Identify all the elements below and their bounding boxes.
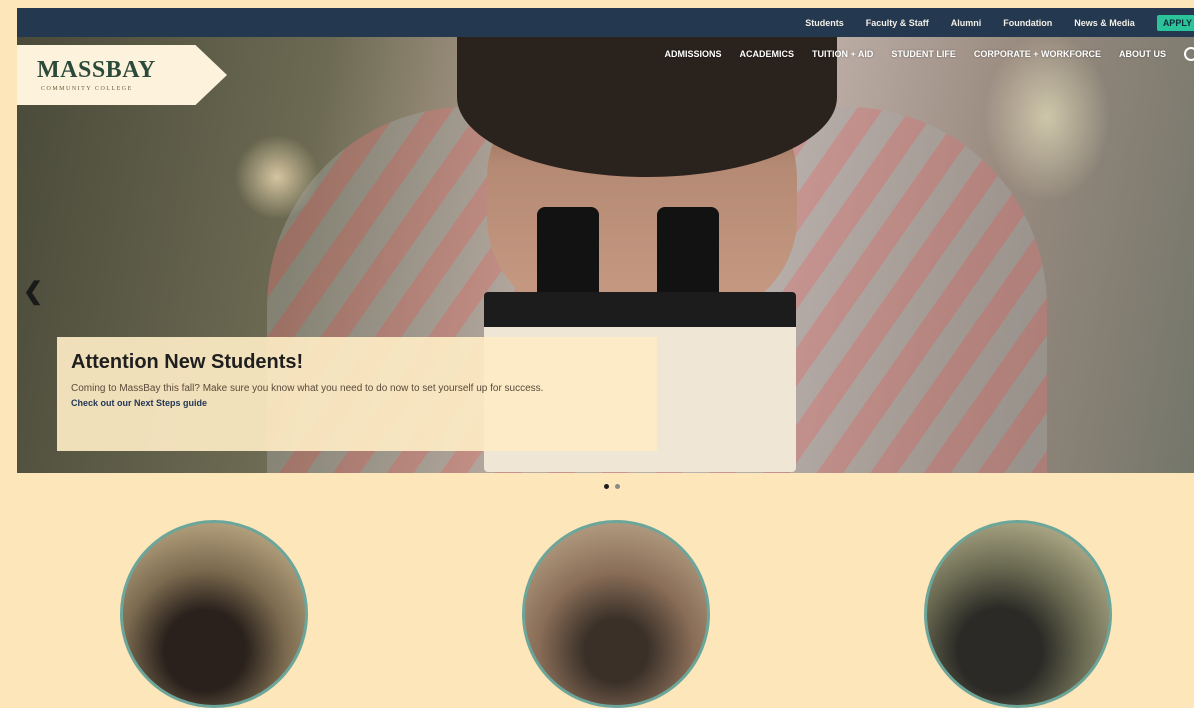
hero-link[interactable]: Check out our Next Steps guide	[71, 398, 643, 408]
search-icon[interactable]	[1184, 47, 1194, 61]
utility-link-students[interactable]: Students	[805, 18, 844, 28]
nav-admissions[interactable]: ADMISSIONS	[664, 49, 721, 59]
carousel-dot-2[interactable]	[615, 484, 620, 489]
feature-image-3[interactable]	[924, 520, 1112, 708]
nav-tuition-aid[interactable]: TUITION + AID	[812, 49, 873, 59]
nav-about-us[interactable]: ABOUT US	[1119, 49, 1166, 59]
utility-link-alumni[interactable]: Alumni	[951, 18, 982, 28]
apply-button[interactable]: APPLY	[1156, 14, 1194, 31]
nav-student-life[interactable]: STUDENT LIFE	[891, 49, 956, 59]
feature-image-2[interactable]	[522, 520, 710, 708]
main-nav: ADMISSIONS ACADEMICS TUITION + AID STUDE…	[664, 47, 1194, 61]
chevron-left-icon[interactable]: ❮	[23, 277, 43, 306]
hero-caption: Attention New Students! Coming to MassBa…	[57, 337, 657, 451]
hero-title: Attention New Students!	[71, 351, 304, 373]
feature-image-1[interactable]	[120, 520, 308, 708]
carousel-dots	[604, 484, 620, 489]
nav-academics[interactable]: ACADEMICS	[739, 49, 794, 59]
hero-carousel: MASSBAY COMMUNITY COLLEGE ADMISSIONS ACA…	[17, 37, 1194, 473]
logo-wordmark: MASSBAY	[37, 57, 156, 83]
utility-nav: Students Faculty & Staff Alumni Foundati…	[17, 8, 1194, 37]
utility-link-news-media[interactable]: News & Media	[1074, 18, 1135, 28]
hero-body: Coming to MassBay this fall? Make sure y…	[71, 383, 544, 394]
logo-subtitle: COMMUNITY COLLEGE	[41, 86, 133, 92]
logo[interactable]: MASSBAY COMMUNITY COLLEGE	[17, 45, 227, 105]
nav-corporate-workforce[interactable]: CORPORATE + WORKFORCE	[974, 49, 1101, 59]
utility-link-foundation[interactable]: Foundation	[1003, 18, 1052, 28]
carousel-dot-1[interactable]	[604, 484, 609, 489]
utility-link-faculty-staff[interactable]: Faculty & Staff	[866, 18, 929, 28]
